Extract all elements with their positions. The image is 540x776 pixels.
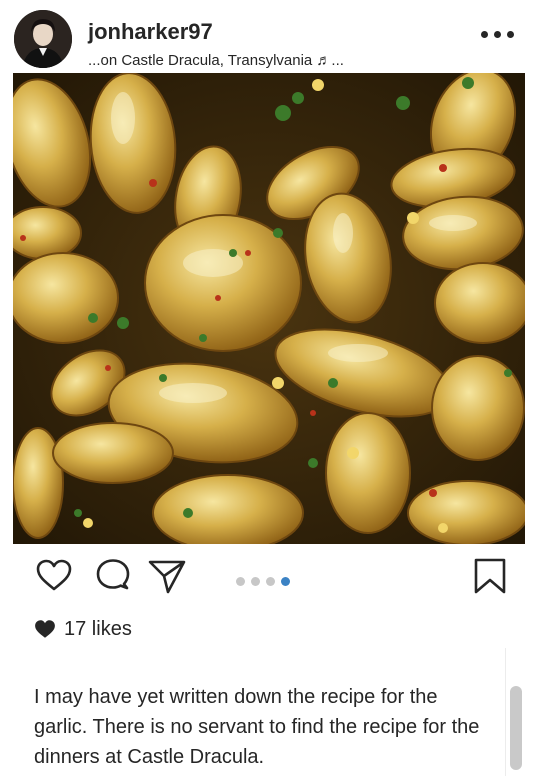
avatar[interactable]: [14, 10, 72, 68]
carousel-dot-active[interactable]: [281, 577, 290, 586]
action-bar: [0, 556, 540, 608]
username[interactable]: jonharker97: [88, 19, 213, 45]
post-header: jonharker97 ...on Castle Dracula, Transy…: [0, 0, 540, 72]
carousel-indicator: [236, 577, 290, 586]
carousel-dot[interactable]: [236, 577, 245, 586]
heart-filled-icon: [35, 620, 55, 638]
carousel-dot[interactable]: [266, 577, 275, 586]
post-photo[interactable]: [13, 73, 525, 544]
scrollbar-thumb[interactable]: [510, 686, 522, 770]
location-label[interactable]: ...on Castle Dracula, Transylvania ♬...: [88, 52, 344, 69]
more-options-icon[interactable]: [474, 26, 514, 42]
carousel-dot[interactable]: [251, 577, 260, 586]
comment-bubble-icon[interactable]: [93, 556, 133, 601]
bookmark-icon[interactable]: [470, 556, 510, 601]
likes-count: 17 likes: [64, 617, 132, 640]
post-caption: I may have yet written down the recipe f…: [34, 686, 480, 768]
likes-row[interactable]: 17 likes: [34, 617, 132, 641]
heart-outline-icon[interactable]: [34, 556, 74, 601]
paper-plane-icon[interactable]: [147, 556, 187, 601]
